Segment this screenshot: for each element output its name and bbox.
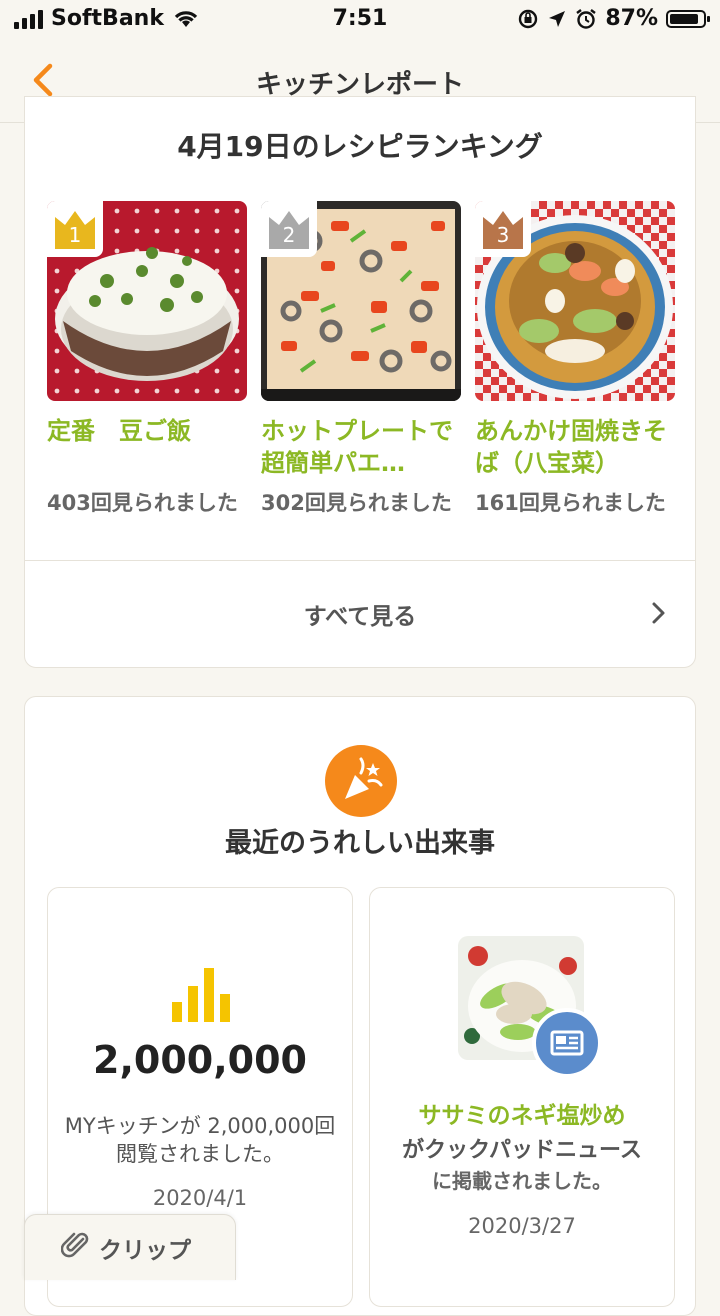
rank-number: 1: [68, 223, 82, 247]
clip-label: クリップ: [99, 1238, 191, 1264]
chevron-right-icon[interactable]: [649, 601, 669, 625]
view-count: 161回見られました: [475, 491, 666, 515]
recipe-photo[interactable]: 1: [47, 201, 247, 401]
view-count: 302回見られました: [261, 491, 452, 515]
event-date: 2020/4/1: [152, 1186, 248, 1210]
newspaper-icon: [532, 1008, 602, 1078]
recipe-title[interactable]: ホットプレートで超簡単パエ…: [261, 415, 461, 479]
recipe-photo[interactable]: 2: [261, 201, 461, 401]
clip-tab[interactable]: クリップ: [24, 1214, 236, 1280]
ranking-heading: 4月19日のレシピランキング: [177, 130, 543, 163]
alarm-icon: [576, 8, 597, 29]
view-count: 403回見られました: [47, 491, 238, 515]
event-card-news[interactable]: ササミのネギ塩炒め がクックパッドニュース に掲載されました。 2020/3/2…: [369, 887, 675, 1307]
news-desc-line2: に掲載されました。: [432, 1169, 612, 1193]
see-all-button[interactable]: すべて見る: [25, 597, 695, 631]
recipe-ranking-card: 4月19日のレシピランキング 1 定番 豆ご飯 403回見られました 2 ホット…: [24, 96, 696, 668]
ranking-item-3[interactable]: 3 あんかけ固焼きそば（八宝菜） 161回見られました: [475, 201, 675, 518]
paperclip-icon: [61, 1232, 89, 1258]
crown-bronze-icon: 3: [475, 201, 531, 257]
battery-icon: [666, 9, 710, 28]
news-desc-line1: がクックパッドニュース: [402, 1138, 642, 1163]
view-milestone-number: 2,000,000: [93, 1038, 307, 1082]
party-popper-icon: [325, 745, 397, 817]
battery-percent: 87%: [605, 6, 658, 31]
rank-number: 2: [282, 223, 296, 247]
events-heading: 最近のうれしい出来事: [225, 828, 495, 859]
rank-number: 3: [496, 223, 510, 247]
divider: [25, 560, 695, 561]
crown-gold-icon: 1: [47, 201, 103, 257]
status-bar: SoftBank 7:51 87%: [0, 0, 720, 40]
ranking-item-2[interactable]: 2 ホットプレートで超簡単パエ… 302回見られました: [261, 201, 461, 518]
news-recipe-link[interactable]: ササミのネギ塩炒め: [370, 1096, 674, 1130]
recipe-title[interactable]: 定番 豆ご飯: [47, 415, 247, 479]
recipe-title[interactable]: あんかけ固焼きそば（八宝菜）: [475, 415, 675, 479]
bar-chart-icon: [172, 968, 230, 1022]
crown-silver-icon: 2: [261, 201, 317, 257]
location-icon: [549, 10, 566, 27]
ranking-item-1[interactable]: 1 定番 豆ご飯 403回見られました: [47, 201, 247, 518]
event-date: 2020/3/27: [468, 1214, 576, 1238]
recipe-photo[interactable]: 3: [475, 201, 675, 401]
orientation-lock-icon: [519, 9, 538, 28]
event-description: MYキッチンが 2,000,000回閲覧されました。: [64, 1114, 336, 1166]
event-description: がクックパッドニュース に掲載されました。: [374, 1136, 670, 1196]
